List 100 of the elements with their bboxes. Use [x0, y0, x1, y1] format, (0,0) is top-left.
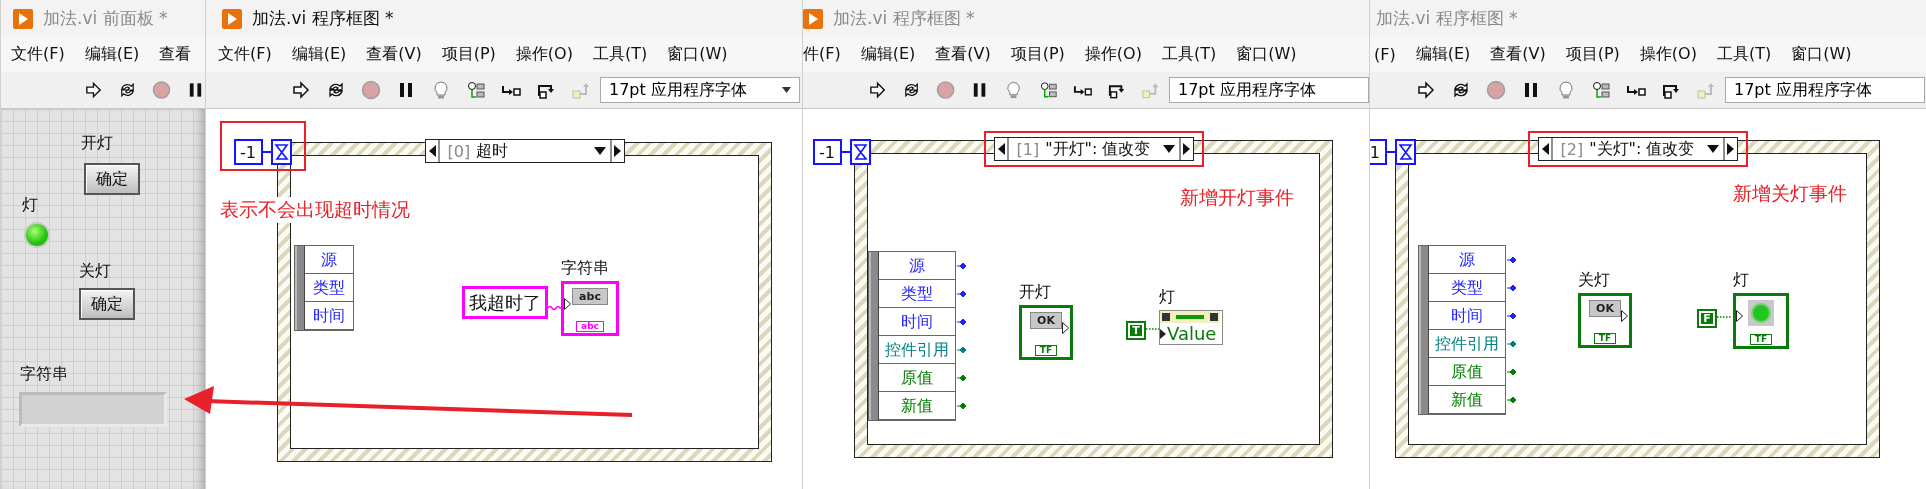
menu-item[interactable]: 查看(V): [366, 44, 422, 65]
probe-icon[interactable]: [1591, 80, 1611, 100]
lightbulb-icon[interactable]: [431, 80, 451, 100]
menu-item[interactable]: 编辑(E): [860, 44, 916, 65]
event-data-item: 控件引用: [879, 336, 955, 364]
window-title: 加法.vi 程序框图 *: [252, 7, 394, 30]
terminal-tag: TF: [1749, 334, 1773, 345]
menu-item[interactable]: 查看(V): [935, 44, 991, 65]
boolean-constant: T: [1126, 321, 1146, 340]
loop-arrows-icon[interactable]: [326, 80, 346, 100]
node-label: 字符串: [561, 258, 609, 279]
case-selector[interactable]: [0] 超时: [424, 139, 625, 163]
probe-icon[interactable]: [466, 80, 486, 100]
case-name: "关灯": 值改变: [1589, 138, 1696, 160]
menu-item[interactable]: 查看(V): [1490, 44, 1546, 65]
loop-arrows-icon[interactable]: [118, 80, 137, 100]
resize-handle[interactable]: [869, 252, 879, 420]
menu-item[interactable]: 项目(P): [1565, 44, 1620, 65]
menu-item[interactable]: 项目(P): [441, 44, 496, 65]
terminal-tag: TF: [1593, 333, 1617, 344]
node-label: 灯: [1159, 287, 1175, 308]
input-arrow-icon: [1160, 328, 1166, 339]
control-label: 开灯: [81, 133, 113, 154]
event-data-item: 源: [879, 252, 955, 280]
menu-item[interactable]: 操作(O): [1639, 44, 1697, 65]
case-index: [2]: [1560, 139, 1584, 159]
font-dropdown[interactable]: 17pt 应用程序字体: [600, 77, 800, 103]
node-label: 关灯: [1578, 270, 1610, 291]
terminal-glyph: abc: [572, 288, 608, 305]
case-index: [0]: [447, 141, 471, 161]
menu-item[interactable]: 文件(F): [11, 44, 65, 65]
menu-item[interactable]: 窗口(W): [1791, 44, 1852, 65]
event-data-item: 时间: [305, 302, 353, 330]
window-title: 加法.vi 前面板 *: [43, 7, 168, 30]
node-label: 开灯: [1019, 282, 1051, 303]
event-data-item: 原值: [1429, 358, 1505, 386]
wire: [1717, 314, 1731, 320]
lightbulb-icon[interactable]: [1556, 80, 1576, 100]
arrow-right-icon[interactable]: [291, 80, 311, 100]
arrow-right-icon[interactable]: [1416, 80, 1436, 100]
menu-item[interactable]: 编辑(E): [1415, 44, 1471, 65]
menu-item[interactable]: 工具(T): [1161, 44, 1217, 65]
font-dropdown[interactable]: 17pt 应用程序字体: [1725, 77, 1925, 103]
window-title: 加法.vi 程序框图 *: [1376, 7, 1518, 30]
menu-item[interactable]: 操作(O): [515, 44, 573, 65]
property-name: Value: [1167, 323, 1217, 344]
arrow-right-icon[interactable]: [868, 80, 888, 100]
font-dropdown[interactable]: 17pt 应用程序字体: [1169, 77, 1369, 103]
string-constant: 我超时了: [462, 286, 548, 319]
event-data-item: 源: [1429, 246, 1505, 274]
resize-handle[interactable]: [1419, 246, 1429, 414]
event-data-item: 类型: [1429, 274, 1505, 302]
wire: [263, 150, 271, 154]
event-data-item: 新值: [1429, 386, 1505, 414]
timeout-constant: -1: [234, 139, 263, 165]
property-header-icon: [1160, 311, 1220, 323]
loop-arrows-icon[interactable]: [1451, 80, 1471, 100]
event-data-item: 新值: [879, 392, 955, 420]
case-selector[interactable]: [1] "开灯": 值改变: [993, 137, 1194, 161]
event-data-item: 源: [305, 246, 353, 274]
probe-icon[interactable]: [1038, 80, 1058, 100]
resize-handle[interactable]: [295, 246, 305, 330]
menu-item[interactable]: 编辑(E): [291, 44, 347, 65]
case-selector[interactable]: [2] "关灯": 值改变: [1537, 137, 1738, 161]
annotation-note: 表示不会出现超时情况: [220, 197, 410, 223]
output-arrow-icon: [1621, 310, 1628, 322]
terminal-glyph: OK: [1030, 312, 1062, 329]
ok-button[interactable]: 确定: [84, 163, 140, 195]
input-arrow-icon: [564, 298, 571, 310]
node-label: 灯: [1733, 270, 1749, 291]
menu-item[interactable]: 操作(O): [1084, 44, 1142, 65]
timeout-constant: 1: [1370, 139, 1387, 165]
control-label: 灯: [22, 195, 38, 216]
case-index: [1]: [1016, 139, 1040, 159]
event-data-item: 类型: [879, 280, 955, 308]
event-data-item: 原值: [879, 364, 955, 392]
case-name: "开灯": 值改变: [1045, 138, 1152, 160]
event-data-item: 控件引用: [1429, 330, 1505, 358]
menu-item[interactable]: 窗口(W): [1236, 44, 1297, 65]
window-title: 加法.vi 程序框图 *: [833, 7, 975, 30]
menu-item[interactable]: (F): [1374, 45, 1396, 64]
arrow-right-icon[interactable]: [84, 80, 103, 100]
caret-icon: [782, 87, 791, 93]
menu-item[interactable]: 工具(T): [592, 44, 648, 65]
menu-item[interactable]: 工具(T): [1716, 44, 1772, 65]
timeout-constant: -1: [813, 139, 842, 165]
menu-item[interactable]: 项目(P): [1010, 44, 1065, 65]
input-arrow-icon: [1736, 310, 1743, 322]
menu-item[interactable]: 文件(F): [218, 44, 272, 65]
control-label: 关灯: [79, 261, 111, 282]
menu-item[interactable]: 编辑(E): [84, 44, 140, 65]
ok-button[interactable]: 确定: [79, 288, 135, 320]
menu-item[interactable]: 件(F): [803, 44, 841, 65]
terminal-tag: abc: [576, 321, 604, 332]
terminal-tag: TF: [1034, 345, 1058, 356]
event-data-item: 时间: [1429, 302, 1505, 330]
led-icon: [1748, 300, 1774, 326]
wire: [1146, 326, 1160, 332]
menu-item[interactable]: 窗口(W): [667, 44, 728, 65]
menu-item[interactable]: 查看: [159, 44, 192, 65]
